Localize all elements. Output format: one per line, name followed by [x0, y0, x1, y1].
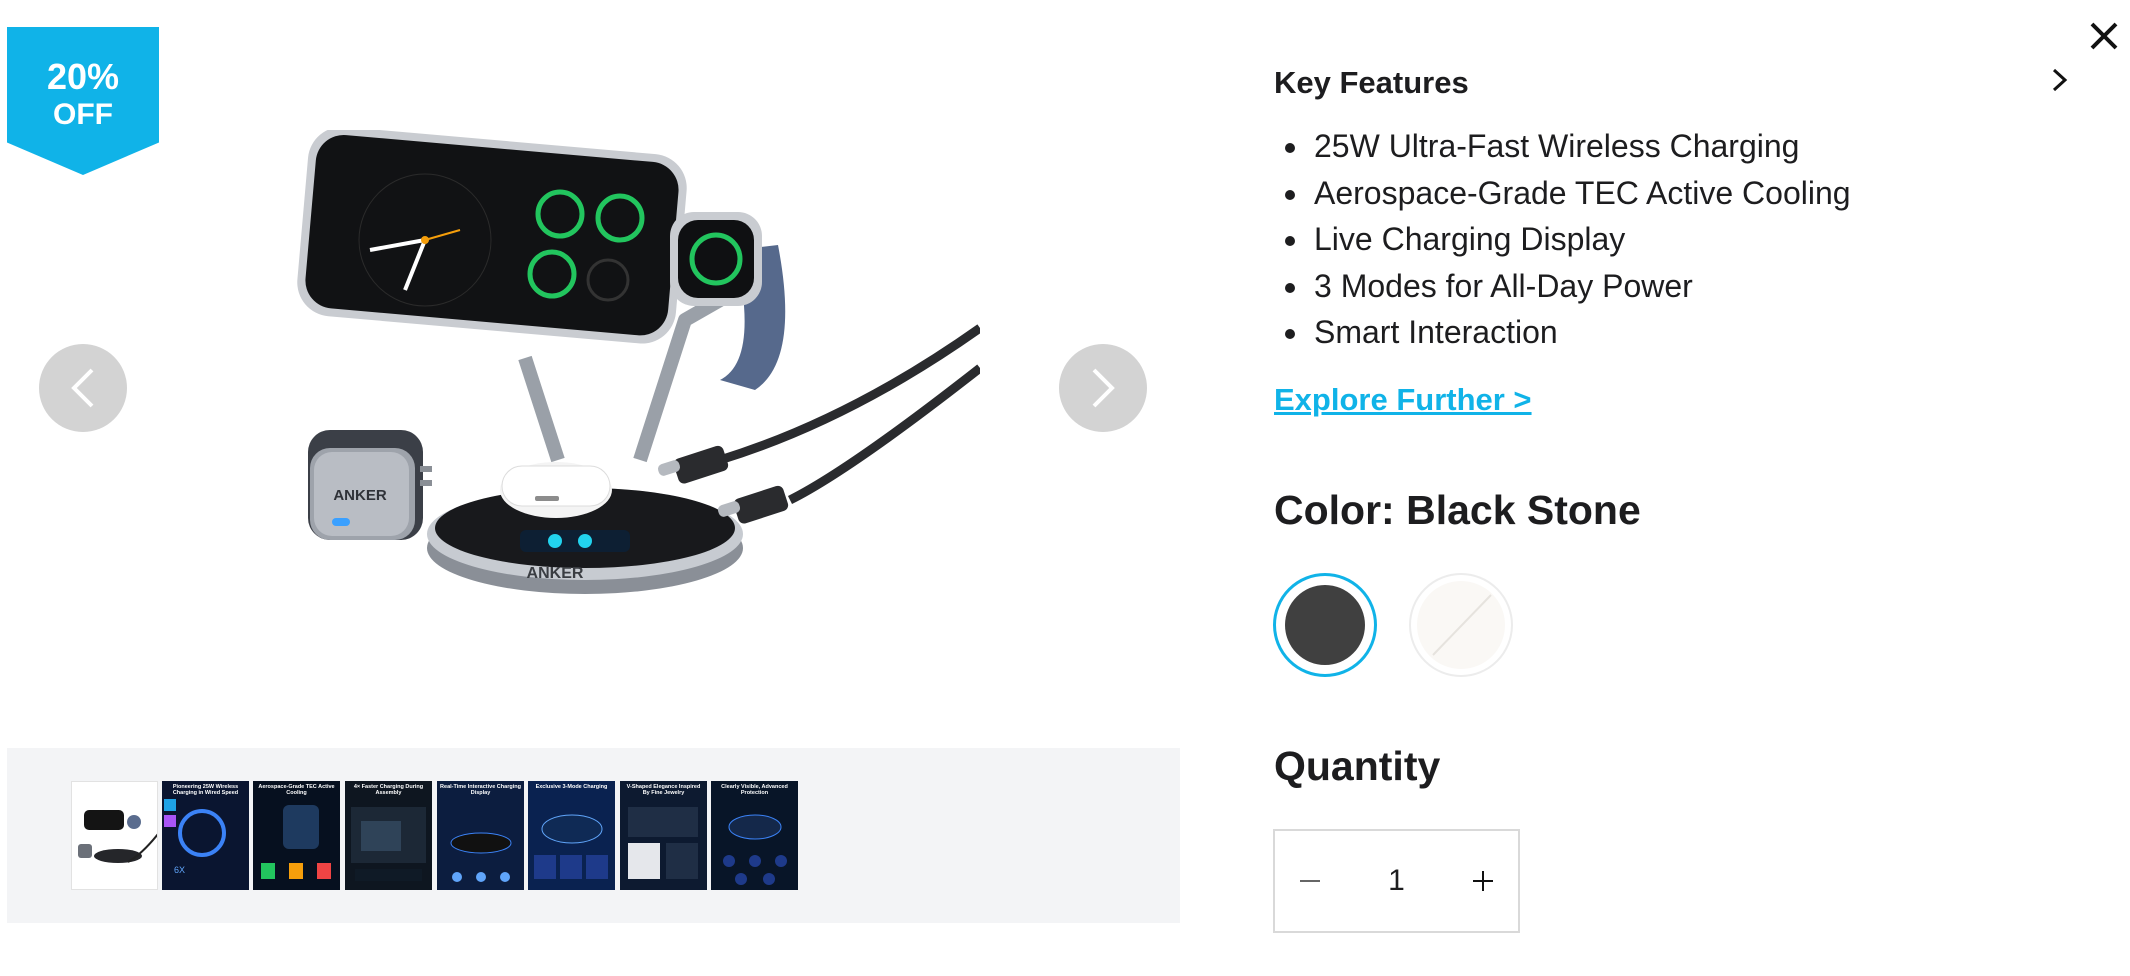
chevron-right-icon — [2052, 68, 2068, 92]
thumbnail-caption: Real-Time Interactive Charging Display — [440, 784, 521, 796]
svg-text:ANKER: ANKER — [527, 565, 584, 582]
thumbnail-strip: 6X Pioneering 25W Wireless Charging in W… — [7, 748, 1180, 923]
thumbnail-6[interactable]: Exclusive 3-Mode Charging — [528, 781, 615, 890]
discount-label: OFF — [53, 98, 113, 131]
thumbnail-1[interactable] — [71, 781, 158, 890]
discount-percent: 20% — [46, 56, 120, 97]
thumbnail-2[interactable]: 6X Pioneering 25W Wireless Charging in W… — [162, 781, 249, 890]
svg-text:6X: 6X — [174, 865, 185, 875]
svg-text:ANKER: ANKER — [333, 487, 387, 504]
unavailable-swatch-icon — [1417, 581, 1505, 669]
previous-image-button[interactable] — [39, 344, 127, 432]
quantity-stepper — [1273, 829, 1520, 933]
feature-item: Smart Interaction — [1274, 309, 1851, 356]
decrease-quantity-button[interactable] — [1275, 831, 1345, 931]
thumbnail-4[interactable]: 4× Faster Charging During Assembly — [345, 781, 432, 890]
thumbnail-5[interactable]: Real-Time Interactive Charging Display — [437, 781, 524, 890]
swatch-fill — [1285, 585, 1365, 665]
close-icon — [2090, 22, 2118, 50]
cable — [657, 324, 980, 524]
thumbnail-caption: Aerospace-Grade TEC Active Cooling — [258, 784, 335, 796]
chevron-right-icon — [1092, 368, 1115, 408]
phone — [297, 130, 687, 344]
earbuds-case — [500, 462, 612, 518]
watch — [670, 212, 786, 390]
explore-further-link[interactable]: Explore Further > — [1274, 380, 1532, 420]
feature-item: 3 Modes for All-Day Power — [1274, 263, 1851, 310]
thumbnail-7[interactable]: V-Shaped Elegance Inspired By Fine Jewel… — [620, 781, 707, 890]
main-product-image: ANKER ANKER — [297, 130, 980, 594]
thumbnail-caption: 4× Faster Charging During Assembly — [353, 784, 424, 796]
key-features-list: 25W Ultra-Fast Wireless Charging Aerospa… — [1274, 123, 1851, 356]
color-label: Color: Black Stone — [1274, 487, 1641, 533]
chevron-left-icon — [71, 368, 94, 408]
thumbnail-caption: Clearly Visible, Advanced Protection — [721, 784, 788, 796]
quantity-label: Quantity — [1274, 743, 1441, 789]
thumbnail-caption: V-Shaped Elegance Inspired By Fine Jewel… — [626, 784, 701, 796]
thumbnail-8[interactable]: Clearly Visible, Advanced Protection — [711, 781, 798, 890]
color-swatch-black-stone[interactable] — [1273, 573, 1377, 677]
charger-brick: ANKER — [308, 430, 432, 540]
next-image-button[interactable] — [1059, 344, 1147, 432]
feature-item: Live Charging Display — [1274, 216, 1851, 263]
minus-icon — [1300, 880, 1320, 882]
discount-badge: 20% OFF — [7, 27, 159, 175]
thumbnail-caption: Exclusive 3-Mode Charging — [535, 784, 608, 790]
thumbnail-3[interactable]: Aerospace-Grade TEC Active Cooling — [253, 781, 340, 890]
increase-quantity-button[interactable] — [1448, 831, 1518, 931]
close-button[interactable] — [2088, 20, 2120, 52]
thumbnail-caption: Pioneering 25W Wireless Charging in Wire… — [172, 784, 239, 796]
key-features-title: Key Features — [1274, 65, 1469, 100]
color-swatch-white[interactable] — [1409, 573, 1513, 677]
plus-icon — [1473, 871, 1493, 891]
feature-item: 25W Ultra-Fast Wireless Charging — [1274, 123, 1851, 170]
key-features-expand-button[interactable] — [2048, 66, 2072, 94]
feature-item: Aerospace-Grade TEC Active Cooling — [1274, 170, 1851, 217]
quantity-input[interactable] — [1345, 831, 1448, 931]
